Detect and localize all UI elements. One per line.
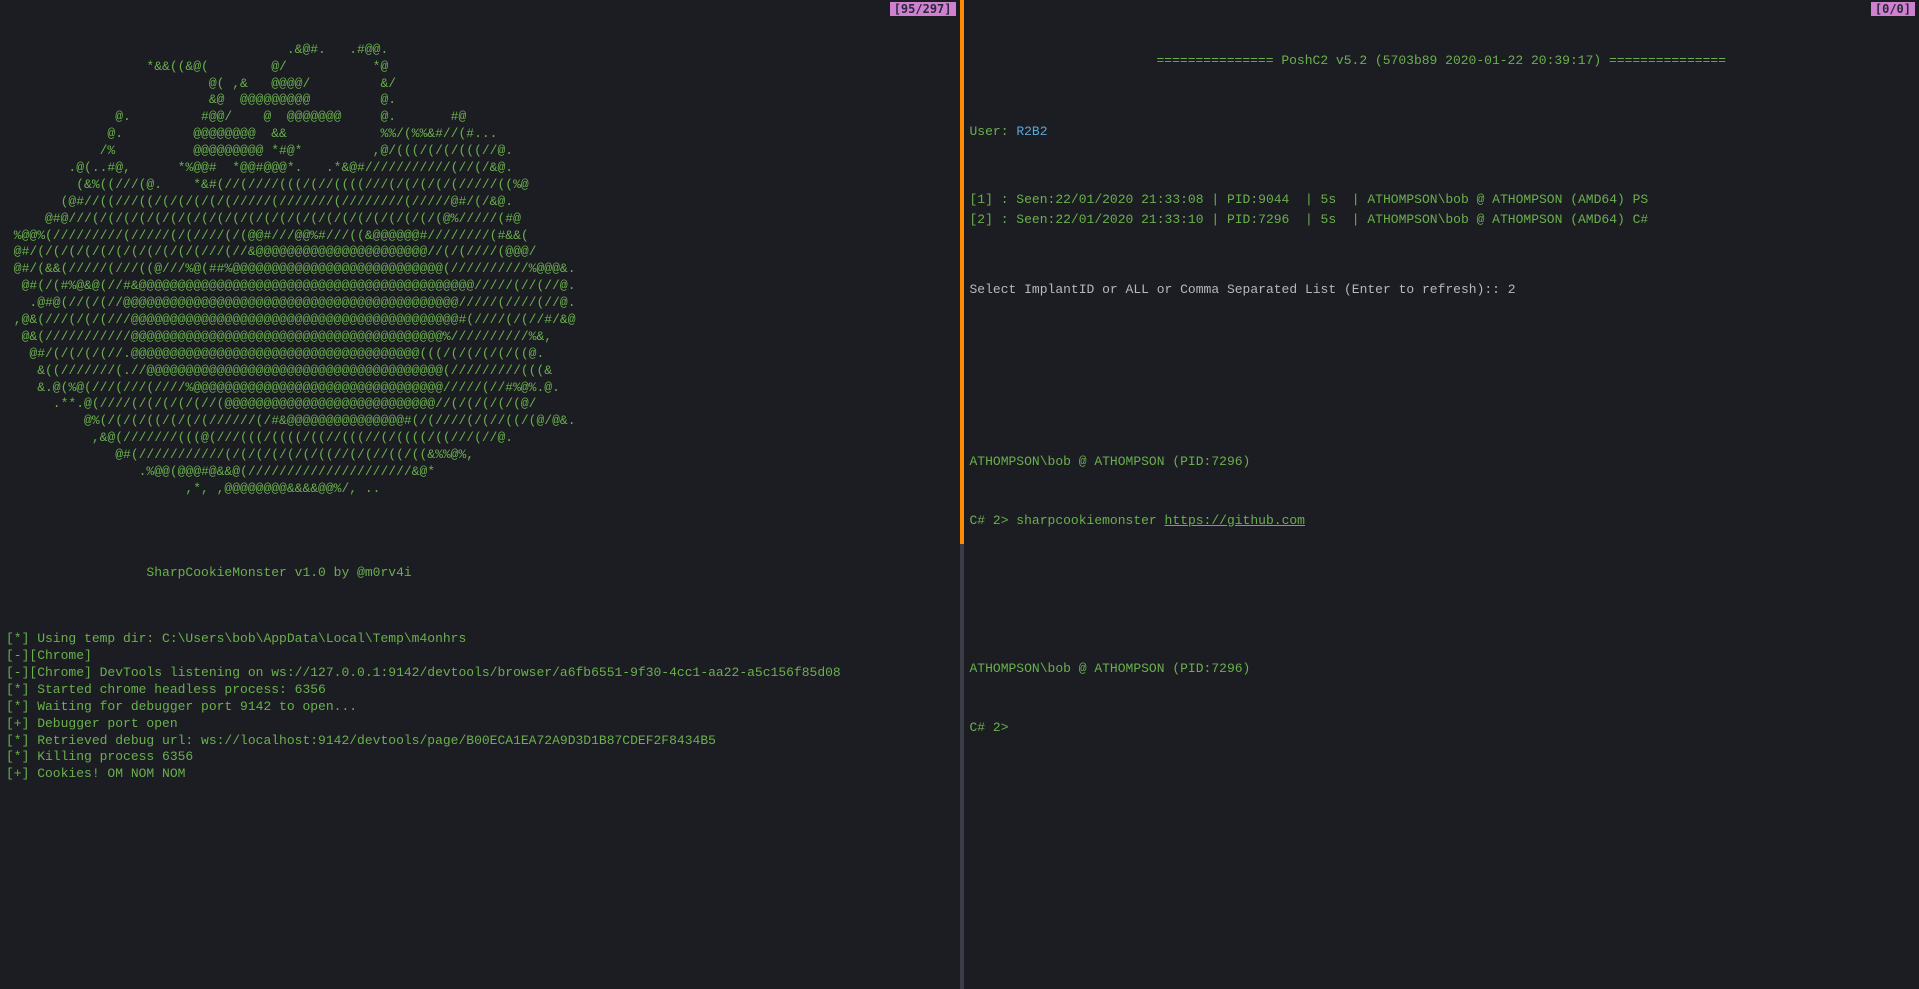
log-line: [*] Retrieved debug url: ws://localhost:…	[6, 733, 954, 750]
log-line: [*] Killing process 6356	[6, 749, 954, 766]
ascii-line: ,*, ,@@@@@@@@&&&&@@%/, ..	[6, 481, 954, 498]
ascii-line: ,&@(///////(((@(///(((/((((/((//(((//(/(…	[6, 430, 954, 447]
right-terminal-output: =============== PoshC2 v5.2 (5703b89 202…	[964, 0, 1919, 835]
ascii-line	[6, 498, 954, 515]
tool-credits: SharpCookieMonster v1.0 by @m0rv4i	[6, 565, 954, 582]
ascii-line: @. @@@@@@@@ && %%/(%%&#//(#...	[6, 126, 954, 143]
user-line: User: R2B2	[970, 122, 1914, 142]
session-1-prompt[interactable]: C# 2> sharpcookiemonster https://github.…	[970, 511, 1914, 531]
session-2-prompt[interactable]: C# 2>	[970, 718, 1914, 738]
left-pane[interactable]: [95/297] .&@#. .#@@. *&&((&@( @/ *@ @( ,…	[0, 0, 960, 989]
select-prompt[interactable]: Select ImplantID or ALL or Comma Separat…	[970, 280, 1914, 300]
left-pane-badge: [95/297]	[890, 2, 956, 16]
log-line: [+] Cookies! OM NOM NOM	[6, 766, 954, 783]
ascii-art-block: .&@#. .#@@. *&&((&@( @/ *@ @( ,& @@@@/ &…	[6, 42, 954, 515]
ascii-line: &@ @@@@@@@@@ @.	[6, 92, 954, 109]
log-line: [-][Chrome] DevTools listening on ws://1…	[6, 665, 954, 682]
ascii-line: ,@&(///(/(/(///@@@@@@@@@@@@@@@@@@@@@@@@@…	[6, 312, 954, 329]
session-2: ATHOMPSON\bob @ ATHOMPSON (PID:7296) C# …	[970, 620, 1914, 776]
ascii-line: @. #@@/ @ @@@@@@@ @. #@	[6, 109, 954, 126]
empty-line	[970, 355, 1914, 375]
ascii-line: @%(/(/(/((/(/(/(//////(/#&@@@@@@@@@@@@@@…	[6, 413, 954, 430]
ascii-line: @#/(/(/(/(/(/(/(/(/(/(/(///(//&@@@@@@@@@…	[6, 244, 954, 261]
ascii-line: @&(///////////@@@@@@@@@@@@@@@@@@@@@@@@@@…	[6, 329, 954, 346]
session-1-header: ATHOMPSON\bob @ ATHOMPSON (PID:7296)	[970, 452, 1914, 472]
ascii-line: &((///////(.//@@@@@@@@@@@@@@@@@@@@@@@@@@…	[6, 363, 954, 380]
right-pane[interactable]: [0/0] =============== PoshC2 v5.2 (5703b…	[964, 0, 1919, 989]
ascii-line: *&&((&@( @/ *@	[6, 59, 954, 76]
ascii-line: %@@%(/////////(/////(/(////(/(@@#///@@%#…	[6, 228, 954, 245]
ascii-line: .%@@(@@@#@&&@(/////////////////////&@*	[6, 464, 954, 481]
implant-line[interactable]: [1] : Seen:22/01/2020 21:33:08 | PID:904…	[970, 190, 1914, 210]
session-2-header: ATHOMPSON\bob @ ATHOMPSON (PID:7296)	[970, 659, 1914, 679]
left-terminal-output: .&@#. .#@@. *&&((&@( @/ *@ @( ,& @@@@/ &…	[0, 0, 960, 825]
ascii-line: @#@///(/(/(/(/(/(/(/(/(/(/(/(/(/(/(/(/(/…	[6, 211, 954, 228]
user-label: User:	[970, 124, 1017, 139]
log-line: [-][Chrome]	[6, 648, 954, 665]
ascii-line: .&@#. .#@@.	[6, 42, 954, 59]
log-line: [*] Using temp dir: C:\Users\bob\AppData…	[6, 631, 954, 648]
ascii-line: @#/(&&(/////(///((@///%@(##%@@@@@@@@@@@@…	[6, 261, 954, 278]
ascii-line: @#(/(#%@&@(//#&@@@@@@@@@@@@@@@@@@@@@@@@@…	[6, 278, 954, 295]
ascii-line: &.@(%@(///(///(////%@@@@@@@@@@@@@@@@@@@@…	[6, 380, 954, 397]
ascii-line: @( ,& @@@@/ &/	[6, 76, 954, 93]
log-line: [*] Waiting for debugger port 9142 to op…	[6, 699, 954, 716]
ascii-line: .@#@(//(/(//@@@@@@@@@@@@@@@@@@@@@@@@@@@@…	[6, 295, 954, 312]
right-pane-badge: [0/0]	[1871, 2, 1915, 16]
session-1: ATHOMPSON\bob @ ATHOMPSON (PID:7296) C# …	[970, 413, 1914, 569]
ascii-line: /% @@@@@@@@@ *#@* ,@/(((/(/(/(((//@.	[6, 143, 954, 160]
ascii-line: (&%((///(@. *&#(//(////(((/(//((((///(/(…	[6, 177, 954, 194]
implant-line[interactable]: [2] : Seen:22/01/2020 21:33:10 | PID:729…	[970, 210, 1914, 230]
ascii-line: .@(..#@, *%@@# *@@#@@@*. .*&@#//////////…	[6, 160, 954, 177]
log-line: [*] Started chrome headless process: 635…	[6, 682, 954, 699]
log-output: [*] Using temp dir: C:\Users\bob\AppData…	[6, 631, 954, 783]
user-value: R2B2	[1016, 124, 1047, 139]
implant-list: [1] : Seen:22/01/2020 21:33:08 | PID:904…	[970, 190, 1914, 229]
ascii-line: @#(///////////(/(/(/(/(/(/((//(/(//((/((…	[6, 447, 954, 464]
log-line: [+] Debugger port open	[6, 716, 954, 733]
github-url[interactable]: https://github.com	[1165, 513, 1305, 528]
tmux-container: [95/297] .&@#. .#@@. *&&((&@( @/ *@ @( ,…	[0, 0, 1919, 989]
ascii-line: .**.@(////(/(/(/(/(//(@@@@@@@@@@@@@@@@@@…	[6, 396, 954, 413]
ascii-line: @#/(/(/(/(//.@@@@@@@@@@@@@@@@@@@@@@@@@@@…	[6, 346, 954, 363]
poshc2-header: =============== PoshC2 v5.2 (5703b89 202…	[970, 51, 1914, 71]
ascii-line: (@#//((///((/(/(/(/(/(/////(///////(////…	[6, 194, 954, 211]
